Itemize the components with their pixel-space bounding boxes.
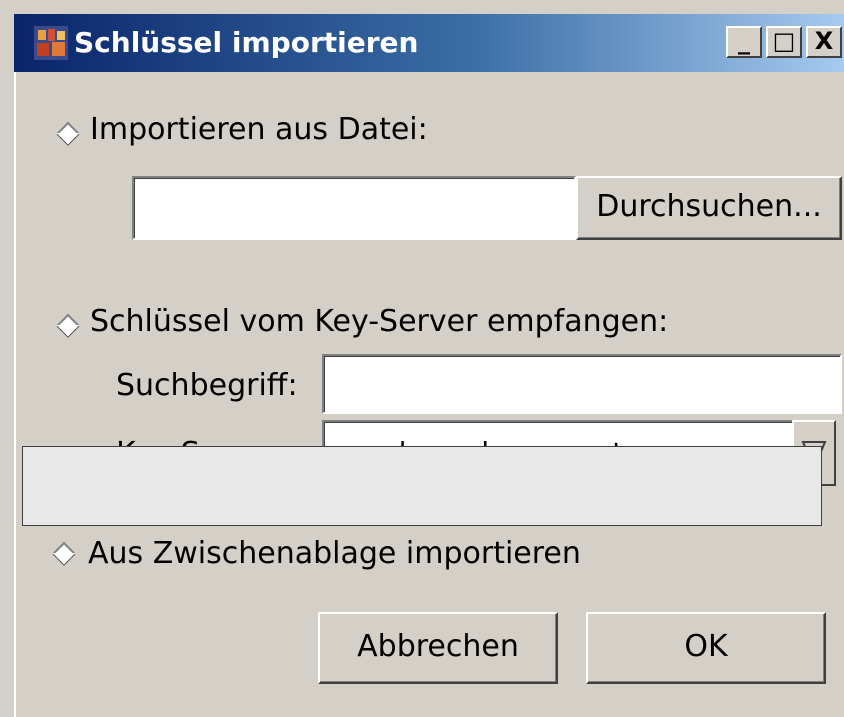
keyserver-label: Schlüssel vom Key-Server empfangen: xyxy=(90,304,669,339)
title-bar[interactable]: Schlüssel importieren _ □ X xyxy=(14,14,844,72)
ok-button-label: OK xyxy=(684,629,728,664)
clipboard-label: Aus Zwischenablage importieren xyxy=(88,536,581,571)
import-file-label: Importieren aus Datei: xyxy=(90,112,428,147)
search-term-input[interactable] xyxy=(322,354,842,414)
cancel-button[interactable]: Abbrechen xyxy=(318,612,558,684)
ok-button[interactable]: OK xyxy=(586,612,826,684)
maximize-button[interactable]: □ xyxy=(766,26,802,58)
import-file-radio[interactable] xyxy=(56,121,80,145)
minimize-button[interactable]: _ xyxy=(726,26,762,58)
browse-button[interactable]: Durchsuchen... xyxy=(576,176,842,240)
keyserver-radio[interactable] xyxy=(56,313,80,337)
clipboard-option-row[interactable] xyxy=(22,446,822,526)
browse-button-label: Durchsuchen... xyxy=(596,189,822,224)
app-icon xyxy=(34,26,68,60)
file-path-text[interactable] xyxy=(140,178,568,238)
window-title: Schlüssel importieren xyxy=(74,26,419,59)
search-term-text[interactable] xyxy=(330,356,834,412)
close-button[interactable]: X xyxy=(806,26,842,58)
search-term-label: Suchbegriff: xyxy=(116,368,298,403)
cancel-button-label: Abbrechen xyxy=(357,629,519,664)
file-path-input[interactable] xyxy=(132,176,576,240)
import-keys-dialog: Schlüssel importieren _ □ X Importieren … xyxy=(0,0,844,717)
